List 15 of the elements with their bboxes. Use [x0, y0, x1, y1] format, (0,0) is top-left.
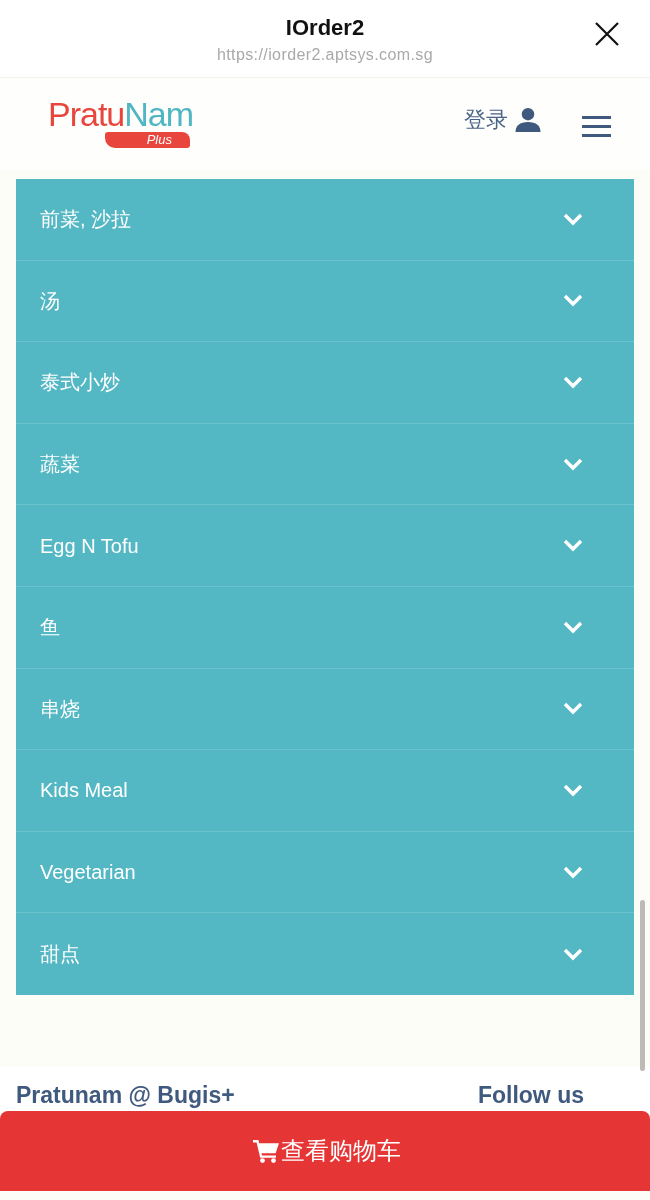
page-title: IOrder2: [285, 15, 365, 41]
person-icon: [515, 108, 541, 132]
close-icon: [595, 21, 619, 46]
logo-wordmark: PratuNam: [48, 96, 194, 132]
login-button[interactable]: 登录: [464, 107, 541, 133]
logo-badge: Plus: [104, 132, 190, 148]
menu-button[interactable]: [582, 115, 611, 137]
cart-icon: [253, 1139, 279, 1163]
view-cart-button[interactable]: 查看购物车: [0, 1111, 650, 1191]
follow-heading: Follow us: [477, 1082, 584, 1109]
menu-icon: [582, 115, 611, 137]
close-button[interactable]: [595, 21, 619, 46]
scrollbar[interactable]: [640, 900, 645, 1071]
store-heading: Pratunam @ Bugis+: [16, 1082, 235, 1109]
page-url: https://iorder2.aptsys.com.sg: [216, 45, 434, 65]
